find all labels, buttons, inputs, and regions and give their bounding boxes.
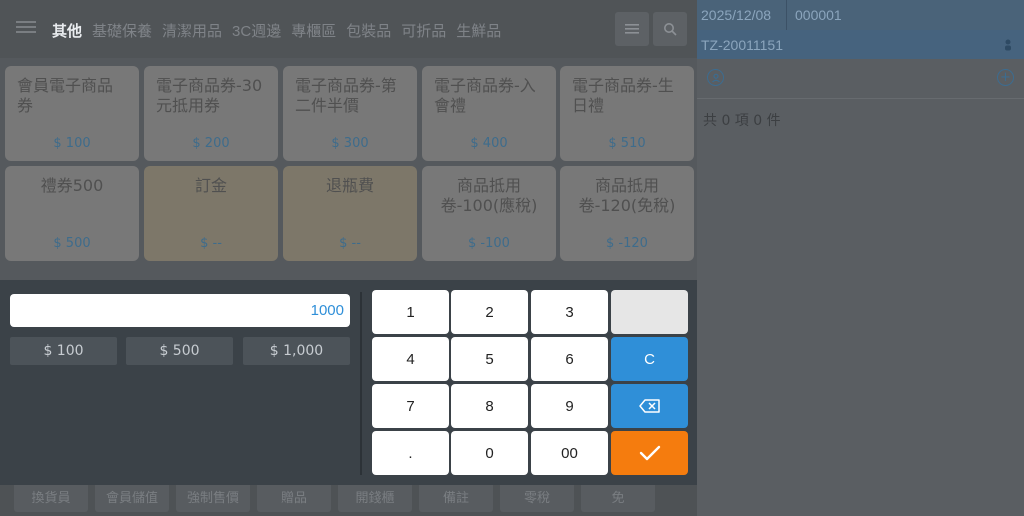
key-00[interactable]: 00 [531,431,608,475]
product-card[interactable]: 電子商品券-生日禮 $ 510 [560,66,694,161]
category-bar: 其他 基礎保養 清潔用品 3C週邊 專櫃區 包裝品 可折品 生鮮品 [0,0,697,58]
product-card[interactable]: 會員電子商品券 $ 100 [5,66,139,161]
order-id: TZ-20011151 [701,37,783,53]
confirm-button[interactable] [611,431,688,475]
add-circle-icon[interactable]: + [997,69,1014,86]
product-price: $ -120 [606,236,648,251]
key-7[interactable]: 7 [372,384,449,428]
product-card[interactable]: 退瓶費 $ -- [283,166,417,261]
amount-input[interactable] [10,294,350,327]
order-id-bar: TZ-20011151 [697,30,1024,59]
menu-icon[interactable] [16,18,36,38]
product-name: 電子商品券-入會禮 [434,76,536,115]
product-price: $ 100 [53,136,91,151]
key-8[interactable]: 8 [451,384,528,428]
backspace-icon [638,399,660,413]
product-name: 商品抵用卷-120(免稅) [578,176,676,215]
amount-keypad: $ 100 $ 500 $ 1,000 1 2 3 4 5 6 C 7 8 9 … [0,280,697,485]
order-date: 2025/12/08 [701,7,772,23]
terminal-number: 000001 [795,7,842,23]
tab-category-cleaning[interactable]: 清潔用品 [162,20,222,41]
key-2[interactable]: 2 [451,290,528,334]
search-icon [664,23,677,36]
order-header: 2025/12/08 000001 [697,0,1024,30]
clear-button[interactable]: C [611,337,688,381]
product-card[interactable]: 商品抵用卷-120(免稅) $ -120 [560,166,694,261]
tab-category-counter[interactable]: 專櫃區 [291,20,336,41]
preset-500-button[interactable]: $ 500 [126,337,233,365]
list-icon [625,24,639,34]
member-icon[interactable] [707,69,724,86]
key-4[interactable]: 4 [372,337,449,381]
product-name: 會員電子商品券 [17,76,114,115]
tab-category-foldable[interactable]: 可折品 [401,20,446,41]
search-button[interactable] [653,12,687,46]
key-0[interactable]: 0 [451,431,528,475]
product-name: 商品抵用卷-100(應稅) [440,176,538,215]
product-price: $ 200 [192,136,230,151]
product-name: 電子商品券-第二件半價 [295,76,397,115]
key-3[interactable]: 3 [531,290,608,334]
product-name: 退瓶費 [325,176,374,195]
keypad-divider [360,292,362,475]
order-summary: 共 0 項 0 件 [703,113,781,129]
tab-category-3c[interactable]: 3C週邊 [232,20,281,41]
tab-category-other[interactable]: 其他 [52,20,82,41]
person-icon[interactable] [1004,39,1012,51]
product-card[interactable]: 電子商品券-入會禮 $ 400 [422,66,556,161]
checkmark-icon [639,445,660,461]
product-price: $ -100 [468,236,510,251]
product-price: $ 500 [53,236,91,251]
key-dot[interactable]: . [372,431,449,475]
category-tabs: 其他 基礎保養 清潔用品 3C週邊 專櫃區 包裝品 可折品 生鮮品 [52,20,511,41]
tab-category-basic-care[interactable]: 基礎保養 [92,20,152,41]
product-price: $ 300 [331,136,369,151]
key-5[interactable]: 5 [451,337,528,381]
key-1[interactable]: 1 [372,290,449,334]
preset-100-button[interactable]: $ 100 [10,337,117,365]
product-price: $ 510 [608,136,646,151]
product-name: 電子商品券-生日禮 [572,76,674,115]
product-card[interactable]: 訂金 $ -- [144,166,278,261]
product-card[interactable]: 商品抵用卷-100(應稅) $ -100 [422,166,556,261]
backspace-button[interactable] [611,384,688,428]
product-price: $ -- [339,236,361,251]
tab-category-packaging[interactable]: 包裝品 [346,20,391,41]
key-9[interactable]: 9 [531,384,608,428]
list-view-button[interactable] [615,12,649,46]
product-card[interactable]: 禮券500 $ 500 [5,166,139,261]
product-price: $ -- [200,236,222,251]
header-separator [786,0,787,30]
preset-1000-button[interactable]: $ 1,000 [243,337,350,365]
product-price: $ 400 [470,136,508,151]
tab-category-fresh[interactable]: 生鮮品 [456,20,501,41]
order-panel: 2025/12/08 000001 TZ-20011151 + 共 0 項 0 … [697,0,1024,516]
product-name: 禮券500 [40,176,104,195]
member-row[interactable]: + [697,59,1024,99]
blank-key[interactable] [611,290,688,334]
product-name: 訂金 [194,176,227,195]
product-card[interactable]: 電子商品券-30元抵用券 $ 200 [144,66,278,161]
product-name: 電子商品券-30元抵用券 [156,76,263,115]
key-6[interactable]: 6 [531,337,608,381]
product-card[interactable]: 電子商品券-第二件半價 $ 300 [283,66,417,161]
